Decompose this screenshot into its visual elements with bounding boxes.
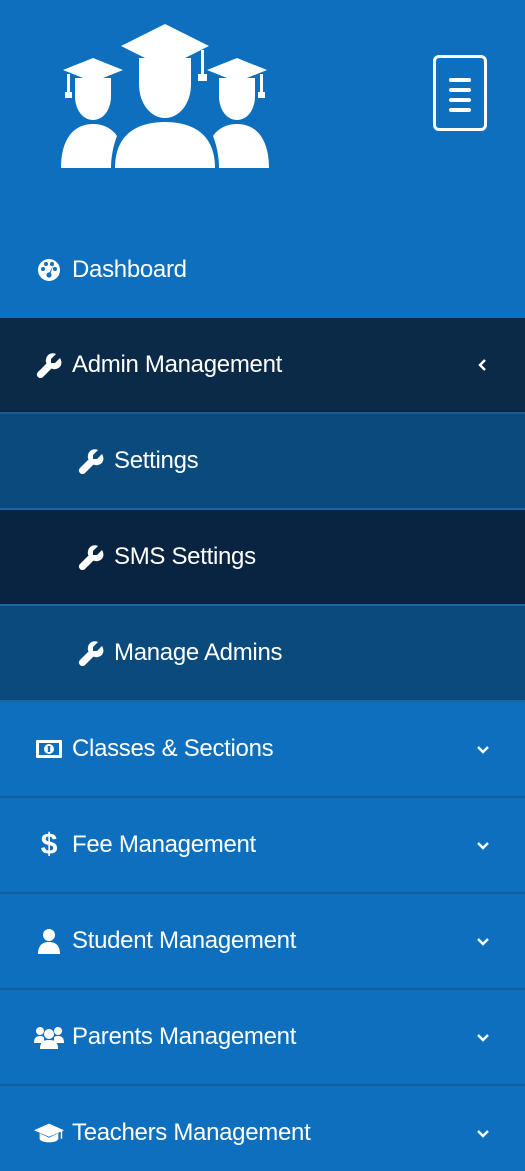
sidebar-subitem-settings[interactable]: Settings [0, 414, 525, 510]
sidebar-item-classes-sections[interactable]: Classes & Sections [0, 702, 525, 798]
sidebar-subitem-label: Manage Admins [114, 639, 283, 666]
graduates-logo-icon[interactable] [55, 18, 275, 170]
users-icon [34, 1022, 64, 1052]
sidebar-item-label: Admin Management [72, 351, 282, 378]
sidebar-menu: Dashboard Admin Management Settings SMS … [0, 222, 525, 1171]
sidebar-subitem-sms-settings[interactable]: SMS Settings [0, 510, 525, 606]
sidebar-item-label: Parents Management [72, 1023, 297, 1050]
sidebar-item-student-management[interactable]: Student Management [0, 894, 525, 990]
chevron-down-icon [477, 743, 489, 755]
sidebar: Dashboard Admin Management Settings SMS … [0, 0, 525, 1171]
sidebar-item-label: Teachers Management [72, 1119, 311, 1146]
sidebar-item-label: Classes & Sections [72, 735, 274, 762]
hamburger-menu-toggle[interactable] [433, 55, 487, 131]
sidebar-item-label: Dashboard [72, 256, 187, 283]
chevron-left-icon [477, 359, 489, 371]
chevron-down-icon [477, 1127, 489, 1139]
dashboard-icon [34, 255, 64, 285]
sidebar-subitem-manage-admins[interactable]: Manage Admins [0, 606, 525, 702]
sidebar-item-fee-management[interactable]: $ Fee Management [0, 798, 525, 894]
wrench-icon [76, 542, 106, 572]
graduation-cap-icon [34, 1118, 64, 1148]
wrench-icon [34, 350, 64, 380]
chevron-down-icon [477, 839, 489, 851]
sidebar-subitem-label: Settings [114, 447, 199, 474]
chevron-down-icon [477, 1031, 489, 1043]
money-icon [34, 734, 64, 764]
sidebar-subitem-label: SMS Settings [114, 543, 256, 570]
wrench-icon [76, 446, 106, 476]
hamburger-icon [449, 78, 471, 82]
sidebar-item-label: Fee Management [72, 831, 256, 858]
sidebar-item-admin-management[interactable]: Admin Management [0, 318, 525, 414]
sidebar-item-dashboard[interactable]: Dashboard [0, 222, 525, 318]
wrench-icon [76, 638, 106, 668]
dollar-icon: $ [40, 828, 58, 861]
chevron-down-icon [477, 935, 489, 947]
sidebar-item-label: Student Management [72, 927, 297, 954]
sidebar-item-parents-management[interactable]: Parents Management [0, 990, 525, 1086]
sidebar-item-teachers-management[interactable]: Teachers Management [0, 1086, 525, 1171]
user-icon [34, 926, 64, 956]
